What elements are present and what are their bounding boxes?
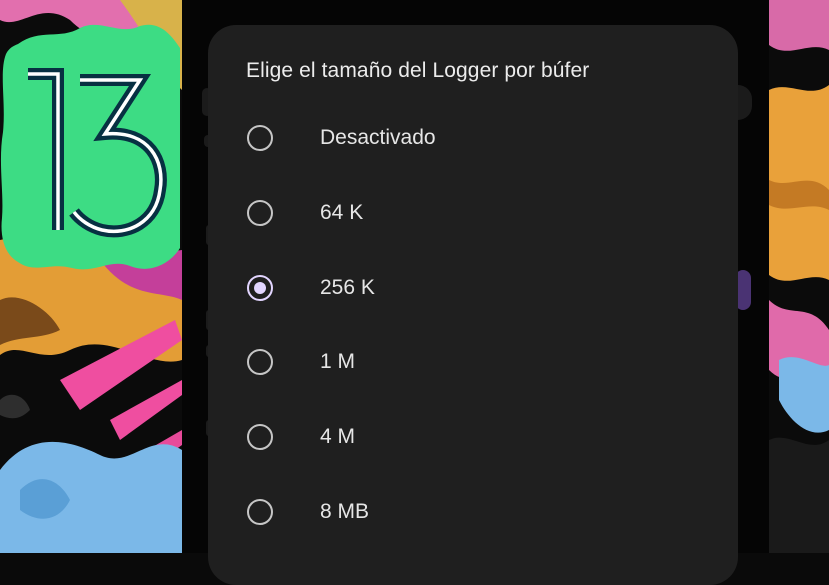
option-desactivado[interactable]: Desactivado: [208, 110, 738, 170]
option-64k[interactable]: 64 K: [208, 185, 738, 245]
option-4m[interactable]: 4 M: [208, 409, 738, 469]
radio-button-unchecked-icon[interactable]: [247, 125, 273, 151]
buffer-size-dialog: Elige el tamaño del Logger por búfer Des…: [208, 25, 738, 585]
option-label: 1 M: [320, 350, 356, 373]
option-label: 8 MB: [320, 500, 370, 523]
android-13-badge: [0, 22, 181, 274]
dialog-title: Elige el tamaño del Logger por búfer: [246, 59, 590, 82]
option-label: 64 K: [320, 201, 364, 224]
option-8mb[interactable]: 8 MB: [208, 484, 738, 544]
wallpaper-right-art: [769, 0, 829, 553]
option-label: 256 K: [320, 276, 375, 299]
radio-button-unchecked-icon[interactable]: [247, 349, 273, 375]
option-label: Desactivado: [320, 126, 436, 149]
radio-button-unchecked-icon[interactable]: [247, 499, 273, 525]
option-label: 4 M: [320, 425, 356, 448]
option-256k[interactable]: 256 K: [208, 260, 738, 320]
option-1m[interactable]: 1 M: [208, 334, 738, 394]
radio-button-unchecked-icon[interactable]: [247, 200, 273, 226]
android-13-logo-icon: [0, 24, 181, 270]
radio-button-unchecked-icon[interactable]: [247, 424, 273, 450]
radio-button-checked-icon[interactable]: [247, 275, 273, 301]
wallpaper-right: [769, 0, 829, 553]
